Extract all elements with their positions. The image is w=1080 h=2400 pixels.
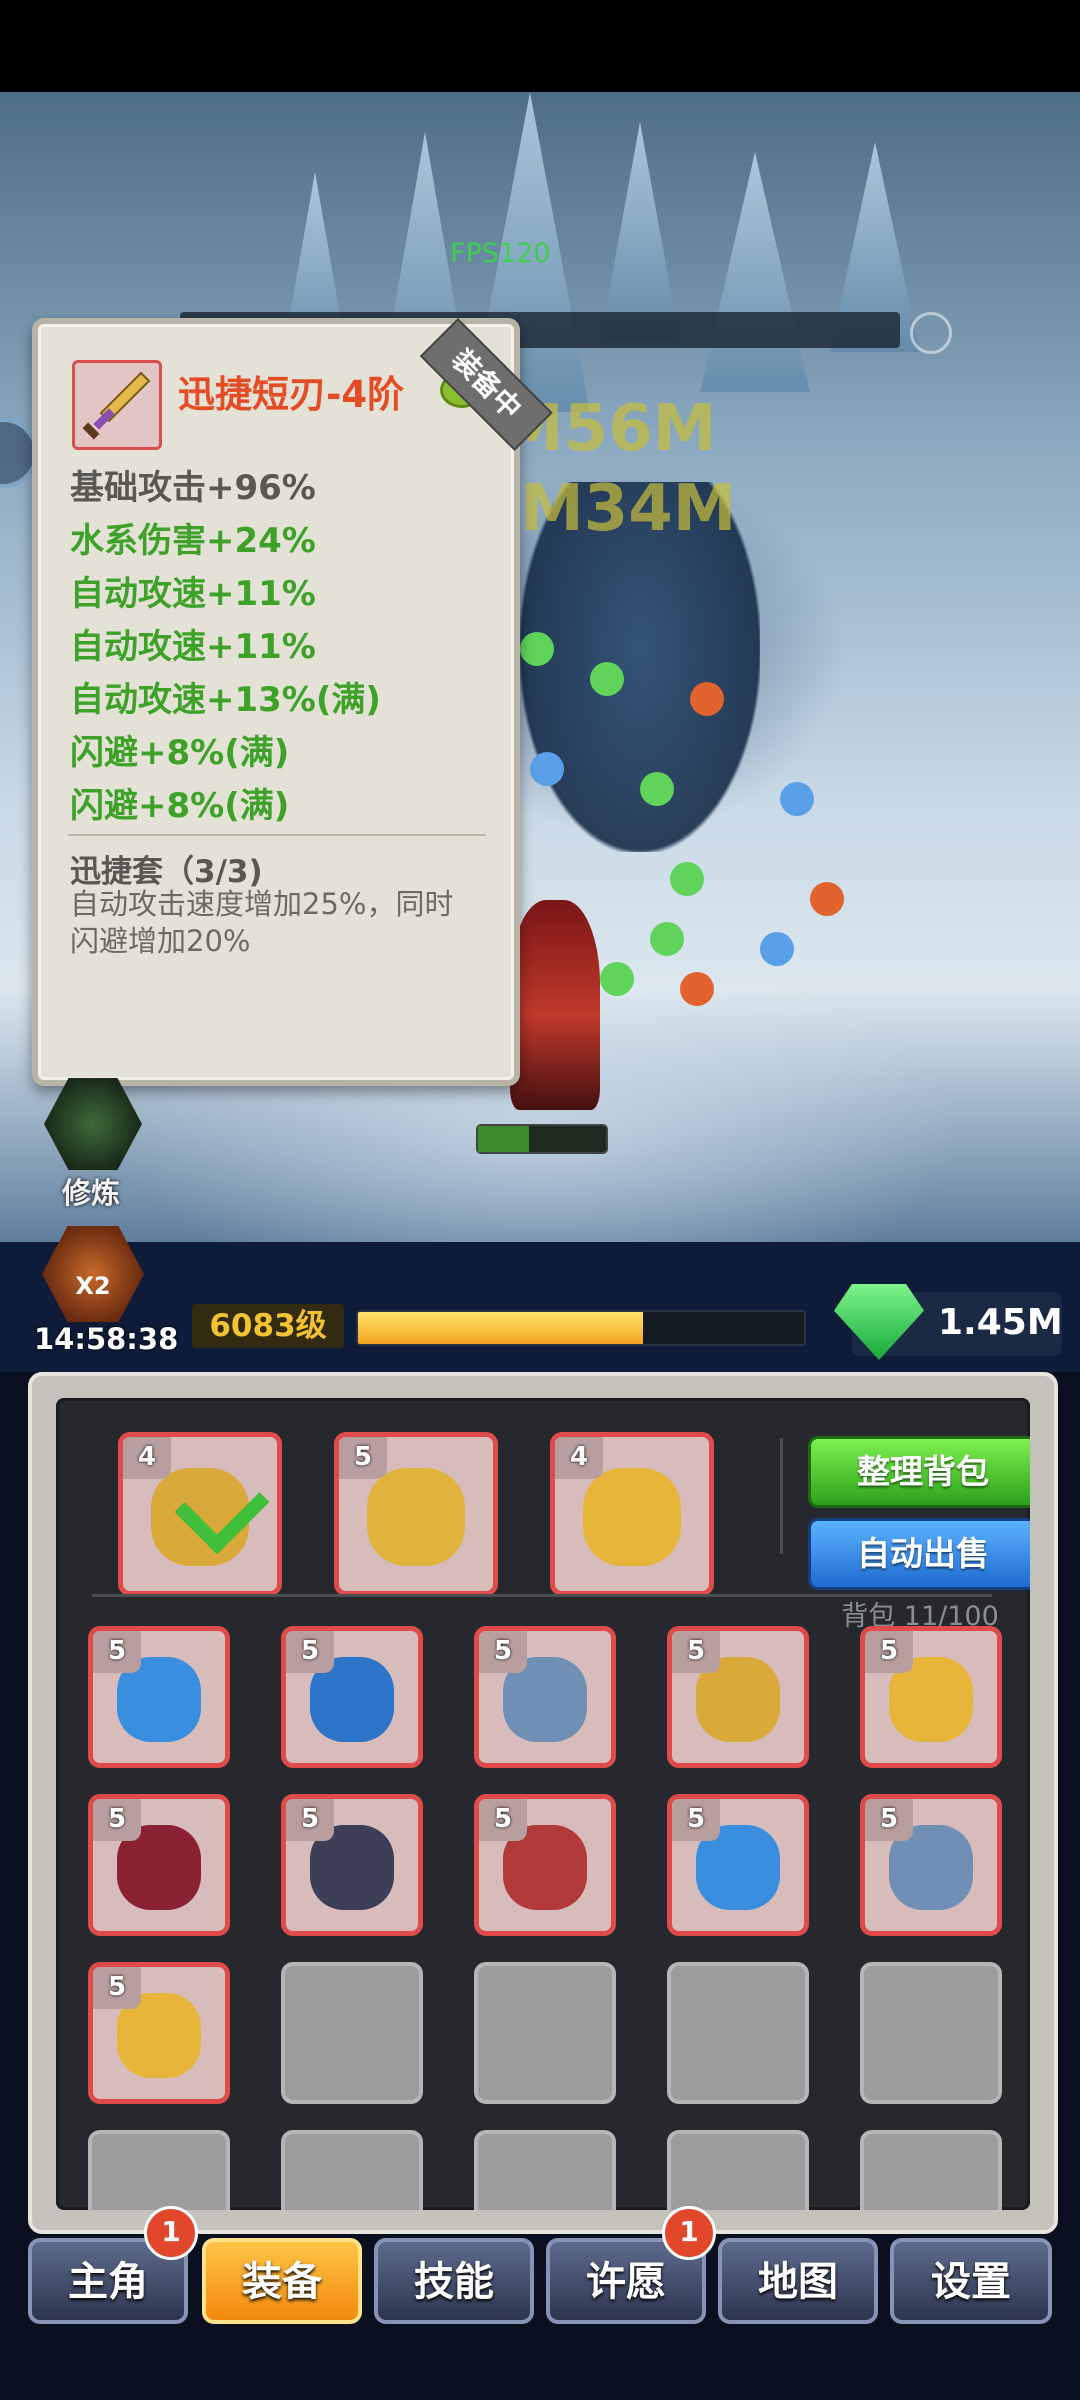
empty-slot[interactable] xyxy=(860,2130,1002,2210)
hero-character xyxy=(510,900,600,1110)
item-level: 5 xyxy=(479,1631,527,1673)
item-level: 5 xyxy=(93,1799,141,1841)
empty-slot[interactable] xyxy=(474,2130,616,2210)
item-level: 5 xyxy=(93,1967,141,2009)
equipped-slot[interactable]: 5 xyxy=(334,1432,498,1596)
item-level: 5 xyxy=(93,1631,141,1673)
item-name: 迅捷短刃-4阶 xyxy=(178,373,405,416)
projectile-orb xyxy=(690,682,724,716)
inventory-item[interactable]: 5 xyxy=(281,1626,423,1768)
ice-crystal xyxy=(700,152,810,392)
inventory-item[interactable]: 5 xyxy=(474,1626,616,1768)
cultivation-label: 修炼 xyxy=(62,1176,121,1210)
xp-progress-fill xyxy=(358,1312,644,1344)
dagger-icon xyxy=(72,360,162,450)
inventory-item[interactable]: 5 xyxy=(281,1794,423,1936)
projectile-orb xyxy=(520,632,554,666)
ice-crystal xyxy=(600,122,680,342)
empty-slot[interactable] xyxy=(667,2130,809,2210)
item-level: 5 xyxy=(672,1799,720,1841)
projectile-orb xyxy=(680,972,714,1006)
nav-tab-map[interactable]: 地图 xyxy=(718,2238,878,2324)
boss-status-icon xyxy=(910,312,952,354)
hero-health-bar xyxy=(476,1124,608,1154)
set-bonus-description: 自动攻击速度增加25%，同时闪避增加20% xyxy=(70,887,454,958)
inventory-item[interactable]: 5 xyxy=(860,1794,1002,1936)
equipped-slot[interactable]: 4 xyxy=(550,1432,714,1596)
xp-progress-bar xyxy=(356,1310,806,1346)
auto-sell-button[interactable]: 自动出售 xyxy=(808,1518,1030,1590)
damage-number: M34M xyxy=(520,472,737,546)
gem-value: 1.45M xyxy=(938,1302,1063,1343)
golden-armor-icon xyxy=(366,1467,466,1567)
stat-line: 水系伤害+24% xyxy=(70,521,316,561)
empty-slot[interactable] xyxy=(281,2130,423,2210)
fps-counter: FPS120 xyxy=(450,238,551,269)
sort-bag-button[interactable]: 整理背包 xyxy=(808,1436,1030,1508)
item-level: 5 xyxy=(286,1799,334,1841)
projectile-orb xyxy=(670,862,704,896)
item-level: 4 xyxy=(123,1437,171,1479)
nav-tab-equipment[interactable]: 装备 xyxy=(202,2238,362,2324)
item-level: 5 xyxy=(865,1799,913,1841)
notification-badge: 1 xyxy=(662,2206,716,2260)
item-level: 5 xyxy=(286,1631,334,1673)
nav-tab-settings[interactable]: 设置 xyxy=(890,2238,1052,2324)
projectile-orb xyxy=(640,772,674,806)
inventory-item[interactable]: 5 xyxy=(667,1626,809,1768)
set-bonus-title: 迅捷套（3/3) xyxy=(70,854,263,890)
empty-slot[interactable] xyxy=(281,1962,423,2104)
boost-timer: 14:58:38 xyxy=(34,1322,179,1356)
divider xyxy=(780,1438,783,1554)
projectile-orb xyxy=(650,922,684,956)
projectile-orb xyxy=(600,962,634,996)
inventory-panel: 4 5 4 整理背包 自动出售 背包 11/100 5 5 5 5 5 5 5 … xyxy=(28,1372,1058,2234)
projectile-orb xyxy=(780,782,814,816)
item-level: 5 xyxy=(339,1437,387,1479)
divider xyxy=(92,1594,992,1597)
empty-slot[interactable] xyxy=(88,2130,230,2210)
item-tooltip: 迅捷短刃-4阶 装备中 基础攻击+96% 水系伤害+24% 自动攻速+11% 自… xyxy=(32,318,553,1086)
empty-slot[interactable] xyxy=(667,1962,809,2104)
projectile-orb xyxy=(810,882,844,916)
status-bar xyxy=(0,0,1080,92)
stat-line: 基础攻击+96% xyxy=(70,468,316,508)
projectile-orb xyxy=(530,752,564,786)
item-level: 5 xyxy=(479,1799,527,1841)
projectile-orb xyxy=(760,932,794,966)
inventory-item[interactable]: 5 xyxy=(88,1794,230,1936)
notification-badge: 1 xyxy=(144,2206,198,2260)
stat-line: 自动攻速+13%(满) xyxy=(70,680,381,720)
divider xyxy=(68,834,486,836)
equipped-slot[interactable]: 4 xyxy=(118,1432,282,1596)
crown-icon xyxy=(582,1467,682,1567)
inventory-inner: 4 5 4 整理背包 自动出售 背包 11/100 5 5 5 5 5 5 5 … xyxy=(56,1398,1030,2210)
stat-line: 闪避+8%(满) xyxy=(70,786,290,826)
item-level: 4 xyxy=(555,1437,603,1479)
player-level: 6083级 xyxy=(192,1304,344,1348)
inventory-item[interactable]: 5 xyxy=(860,1626,1002,1768)
stat-line: 闪避+8%(满) xyxy=(70,733,290,773)
inventory-item[interactable]: 5 xyxy=(667,1794,809,1936)
inventory-item[interactable]: 5 xyxy=(88,1962,230,2104)
stat-line: 自动攻速+11% xyxy=(70,574,316,614)
inventory-item[interactable]: 5 xyxy=(88,1626,230,1768)
projectile-orb xyxy=(590,662,624,696)
item-level: 5 xyxy=(672,1631,720,1673)
item-level: 5 xyxy=(865,1631,913,1673)
empty-slot[interactable] xyxy=(860,1962,1002,2104)
empty-slot[interactable] xyxy=(474,1962,616,2104)
nav-tab-skills[interactable]: 技能 xyxy=(374,2238,534,2324)
inventory-item[interactable]: 5 xyxy=(474,1794,616,1936)
stat-line: 自动攻速+11% xyxy=(70,627,316,667)
